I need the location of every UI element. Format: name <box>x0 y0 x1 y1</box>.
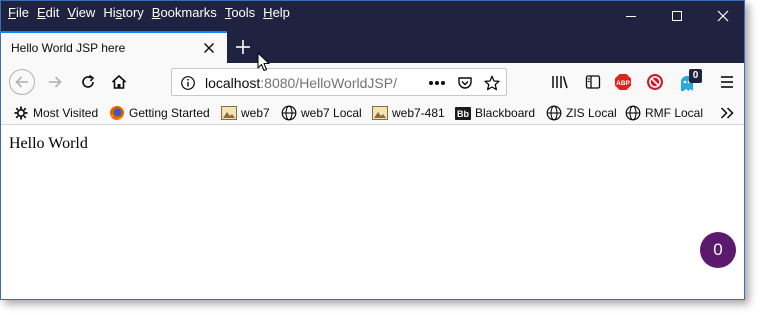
image-icon <box>221 105 237 121</box>
globe-icon <box>625 105 641 121</box>
page-actions-icon[interactable] <box>427 73 447 93</box>
bookmark-label: Blackboard <box>475 106 536 120</box>
svg-text:ABP: ABP <box>616 80 630 87</box>
forward-arrow-icon <box>49 76 62 88</box>
menu-help[interactable]: Help <box>261 5 296 21</box>
menu-bar: File Edit View History Bookmarks Tools H… <box>6 5 296 21</box>
floating-count-badge[interactable]: 0 <box>700 232 736 268</box>
info-icon[interactable] <box>178 73 198 93</box>
close-window-button[interactable] <box>700 1 744 31</box>
minimize-button[interactable] <box>608 1 654 31</box>
new-tab-icon[interactable] <box>233 37 253 57</box>
home-button[interactable] <box>107 70 131 94</box>
library-icon[interactable] <box>550 72 570 92</box>
bookmark-rmf-local[interactable]: RMF Local <box>625 104 703 122</box>
firefox-icon <box>109 105 125 121</box>
home-icon <box>111 74 127 89</box>
minimize-icon <box>626 16 636 17</box>
url-bar[interactable]: localhost:8080/HelloWorldJSP/ <box>171 68 507 96</box>
back-arrow-icon <box>15 76 28 88</box>
bookmarks-overflow-button[interactable] <box>719 104 735 122</box>
menu-tools[interactable]: Tools <box>223 5 261 21</box>
menu-history[interactable]: History <box>101 5 149 21</box>
bookmark-label: Getting Started <box>129 106 210 120</box>
bookmark-zis-local[interactable]: ZIS Local <box>546 104 617 122</box>
tab-title: Hello World JSP here <box>11 41 126 55</box>
image-icon <box>372 105 388 121</box>
blocker-icon[interactable] <box>645 72 665 92</box>
forward-button[interactable] <box>43 70 67 94</box>
menu-edit[interactable]: Edit <box>35 5 65 21</box>
svg-text:Bb: Bb <box>457 109 469 119</box>
bookmark-star-icon[interactable] <box>482 73 502 93</box>
title-bar: File Edit View History Bookmarks Tools H… <box>1 1 744 31</box>
tab-close-icon[interactable] <box>201 40 217 56</box>
pocket-icon[interactable] <box>455 73 475 93</box>
bookmark-getting-started[interactable]: Getting Started <box>109 104 210 122</box>
chevron-double-right-icon <box>719 105 735 121</box>
bookmark-label: web7 <box>241 106 270 120</box>
adblock-icon[interactable]: ABP <box>613 72 633 92</box>
hello-world-text: Hello World <box>9 135 88 152</box>
maximize-button[interactable] <box>654 1 700 31</box>
mouse-cursor-icon <box>257 52 270 71</box>
bookmark-web7-481[interactable]: web7-481 <box>372 104 445 122</box>
bookmarks-toolbar: Most Visited Getting Started web7 web7 L… <box>1 101 744 125</box>
bookmark-label: ZIS Local <box>566 106 617 120</box>
hamburger-menu-icon[interactable] <box>717 72 737 92</box>
maximize-icon <box>672 11 682 21</box>
back-button[interactable] <box>9 69 35 95</box>
reload-icon <box>82 74 95 88</box>
sidebar-icon[interactable] <box>583 72 603 92</box>
navigation-bar: localhost:8080/HelloWorldJSP/ ABP 0 <box>1 63 744 101</box>
browser-window: File Edit View History Bookmarks Tools H… <box>0 0 745 300</box>
reload-button[interactable] <box>76 70 100 94</box>
bookmark-blackboard[interactable]: Bb Blackboard <box>455 104 535 122</box>
close-icon <box>717 10 729 22</box>
bookmark-label: RMF Local <box>645 106 704 120</box>
globe-icon <box>546 105 562 121</box>
notifications-extension-icon[interactable]: 0 <box>678 69 704 92</box>
gear-icon <box>13 105 29 121</box>
tab-strip: Hello World JSP here <box>1 31 744 63</box>
bookmark-most-visited[interactable]: Most Visited <box>13 104 98 122</box>
bookmark-label: Most Visited <box>33 106 99 120</box>
notification-count-badge: 0 <box>689 69 702 83</box>
blackboard-icon: Bb <box>455 105 471 121</box>
bookmark-label: web7 Local <box>301 106 362 120</box>
tab-active[interactable]: Hello World JSP here <box>1 31 227 63</box>
url-text: localhost:8080/HelloWorldJSP/ <box>205 75 397 91</box>
menu-bookmarks[interactable]: Bookmarks <box>150 5 223 21</box>
globe-icon <box>281 105 297 121</box>
bookmark-label: web7-481 <box>392 106 445 120</box>
menu-view[interactable]: View <box>65 5 101 21</box>
menu-file[interactable]: File <box>6 5 35 21</box>
bookmark-web7[interactable]: web7 <box>221 104 270 122</box>
page-content: Hello World 0 <box>1 126 744 299</box>
bookmark-web7-local[interactable]: web7 Local <box>281 104 362 122</box>
